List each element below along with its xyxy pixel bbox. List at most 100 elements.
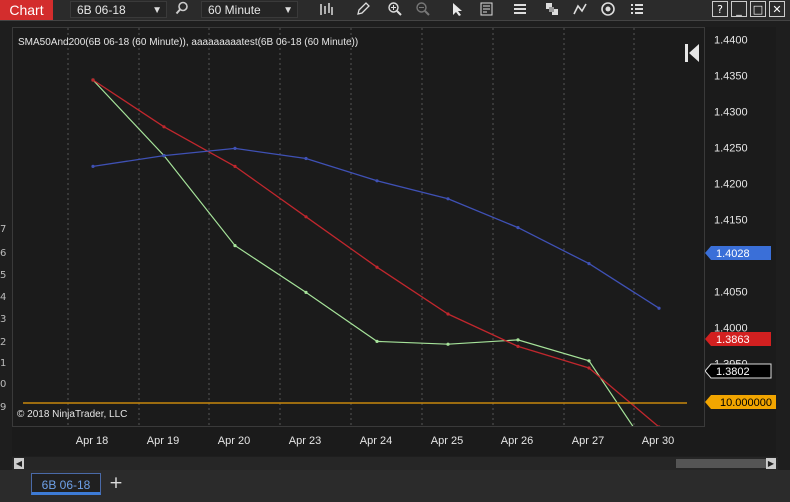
series-2-point xyxy=(446,197,450,201)
indicator-label: SMA50And200(6B 06-18 (60 Minute)), aaaaa… xyxy=(18,37,358,48)
series-line-0 xyxy=(92,79,634,426)
scroll-left-arrow-icon[interactable]: ◀ xyxy=(14,458,24,469)
series-2-point xyxy=(304,156,308,161)
left-edge-label: 3 xyxy=(0,314,7,325)
price-tick-label: 1.4250 xyxy=(714,142,748,154)
series-0-point xyxy=(516,338,520,342)
series-2-point xyxy=(91,164,95,168)
price-tick-label: 1.4350 xyxy=(714,70,748,82)
instrument-selector[interactable]: 6B 06-18 ▼ xyxy=(70,1,167,18)
time-tick-label: Apr 18 xyxy=(76,435,108,447)
left-edge-label: 2 xyxy=(0,337,7,348)
pointer-icon[interactable] xyxy=(448,1,466,19)
series-2-point xyxy=(516,226,520,230)
series-2-point xyxy=(587,262,591,266)
series-0-point xyxy=(587,359,591,363)
price-axis[interactable]: 1.44001.43501.43001.42501.42001.41501.41… xyxy=(704,27,776,427)
time-axis-svg: Apr 18 Apr 19 Apr 20 Apr 23 Apr 24 Apr 25 Apr … xyxy=(76,435,674,447)
time-tick-label: Apr 30 xyxy=(642,435,674,447)
copyright-text: © 2018 NinjaTrader, LLC xyxy=(17,409,127,420)
time-tick-label: Apr 23 xyxy=(289,435,321,447)
svg-text:1.3863: 1.3863 xyxy=(716,334,750,346)
series-1-point xyxy=(516,344,520,348)
price-chart-svg: SMA50And200(6B 06-18 (60 Minute)), aaaaa… xyxy=(17,28,699,426)
close-button[interactable]: ✕ xyxy=(769,1,785,17)
last-price-marker: 1.3802 xyxy=(704,363,772,379)
horizontal-scrollbar[interactable]: ◀ ▶ xyxy=(12,457,778,470)
tab-bar: 6B 06-18 + xyxy=(0,470,790,502)
time-tick-label: Apr 20 xyxy=(218,435,250,447)
series-0-point xyxy=(375,339,379,343)
properties-icon[interactable] xyxy=(511,1,529,19)
zoom-out-icon[interactable] xyxy=(414,1,432,19)
strategy-icon[interactable] xyxy=(571,1,589,19)
series-2-point xyxy=(162,154,166,158)
chart-window-label: Chart xyxy=(0,0,53,20)
minimize-button[interactable]: _ xyxy=(731,1,747,17)
search-icon[interactable] xyxy=(173,1,191,19)
series-0-point xyxy=(446,342,450,346)
interval-value: 60 Minute xyxy=(208,3,261,17)
time-axis[interactable]: Apr 18 Apr 19 Apr 20 Apr 23 Apr 24 Apr 25 Apr … xyxy=(12,427,776,456)
series-1-point xyxy=(375,265,379,269)
series-1-point xyxy=(91,78,95,82)
list-icon[interactable] xyxy=(628,1,646,19)
series-0-point xyxy=(304,290,308,294)
time-tick-label: Apr 26 xyxy=(501,435,533,447)
add-tab-button[interactable]: + xyxy=(106,473,126,493)
zoom-in-icon[interactable] xyxy=(386,1,404,19)
left-edge-label: 7 xyxy=(0,224,7,235)
templates-icon[interactable] xyxy=(543,1,561,19)
instrument-value: 6B 06-18 xyxy=(77,3,126,17)
right-edge-strip xyxy=(776,21,790,456)
time-tick-label: Apr 19 xyxy=(147,435,179,447)
price-tick-label: 1.4200 xyxy=(714,178,748,190)
data-box-icon[interactable] xyxy=(478,1,496,19)
time-tick-label: Apr 27 xyxy=(572,435,604,447)
chevron-down-icon: ▼ xyxy=(283,5,293,16)
link-icon[interactable] xyxy=(599,1,617,19)
help-button[interactable]: ? xyxy=(712,1,728,17)
left-edge-strip: 7 6 5 4 3 2 1 0 9 xyxy=(0,21,12,456)
series-1-point xyxy=(233,164,237,168)
left-edge-label: 4 xyxy=(0,292,7,303)
left-edge-label: 5 xyxy=(0,270,7,281)
series-1-point xyxy=(446,312,450,316)
chevron-down-icon: ▼ xyxy=(152,5,162,16)
series-1-point xyxy=(304,215,308,219)
chart-toolbar: Chart 6B 06-18 ▼ 60 Minute ▼ ? _ □ ✕ xyxy=(0,0,790,21)
series-1-point xyxy=(587,366,591,370)
price-tick-label: 1.4050 xyxy=(714,286,748,298)
scrollbar-thumb[interactable] xyxy=(676,459,766,468)
svg-text:1.3802: 1.3802 xyxy=(716,366,750,378)
pencil-icon[interactable] xyxy=(354,1,372,19)
series-2-point xyxy=(375,179,379,183)
bar-type-icon[interactable] xyxy=(317,1,335,19)
series-0-point xyxy=(233,244,237,248)
interval-selector[interactable]: 60 Minute ▼ xyxy=(201,1,298,18)
series-line-1 xyxy=(92,79,659,426)
scroll-right-arrow-icon[interactable]: ▶ xyxy=(766,458,776,469)
series-1-point xyxy=(162,125,166,129)
left-edge-label: 0 xyxy=(0,379,7,390)
sma50-price-marker: 1.3863 xyxy=(705,332,771,346)
left-edge-label: 1 xyxy=(0,358,7,369)
svg-text:1.4028: 1.4028 xyxy=(716,248,750,260)
svg-text:10.000000: 10.000000 xyxy=(720,397,772,409)
skip-to-end-icon[interactable] xyxy=(685,44,699,62)
series-2-point xyxy=(233,146,237,150)
price-tick-label: 1.4300 xyxy=(714,106,748,118)
left-edge-label: 6 xyxy=(0,248,7,259)
series-2-point xyxy=(657,306,661,310)
tab-6b-06-18[interactable]: 6B 06-18 xyxy=(31,473,101,495)
price-tick-label: 1.4150 xyxy=(714,214,748,226)
price-tick-label: 1.4400 xyxy=(714,34,748,46)
time-tick-label: Apr 25 xyxy=(431,435,463,447)
maximize-button[interactable]: □ xyxy=(750,1,766,17)
time-tick-label: Apr 24 xyxy=(360,435,392,447)
test-value-marker: 10.000000 xyxy=(705,395,776,409)
sma200-price-marker: 1.4028 xyxy=(705,246,771,260)
price-axis-svg: 1.44001.43501.43001.42501.42001.41501.41… xyxy=(704,34,776,409)
price-panel[interactable]: SMA50And200(6B 06-18 (60 Minute)), aaaaa… xyxy=(12,27,705,427)
left-edge-label: 9 xyxy=(0,402,7,413)
